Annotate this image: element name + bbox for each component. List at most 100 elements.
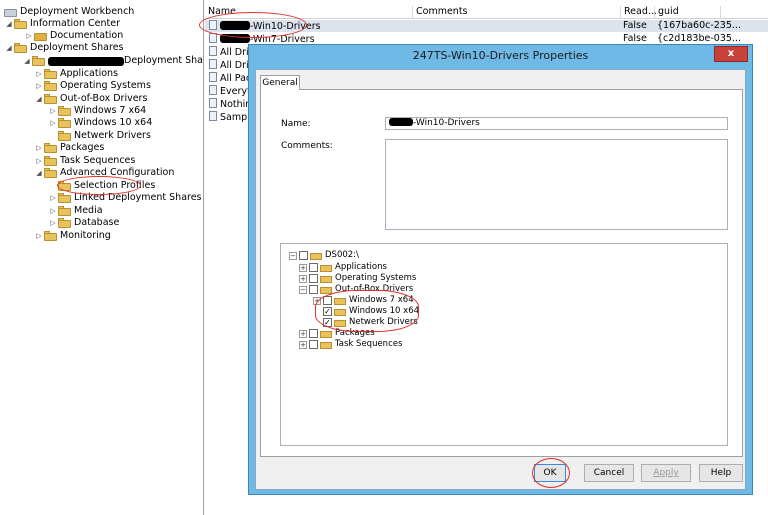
folder-icon (44, 143, 57, 153)
collapse-arrow-icon[interactable]: ◢ (34, 167, 44, 179)
tree-item-windows-10-x64[interactable]: ▷ Windows 10 x64 (48, 117, 152, 129)
collapse-arrow-icon[interactable]: ◢ (22, 55, 32, 67)
tree-node-applications[interactable]: + Applications (299, 262, 387, 273)
tree-item-selection-profiles[interactable]: Selection Profiles (58, 180, 155, 192)
expand-arrow-icon[interactable]: ▷ (24, 30, 34, 42)
tree-node-operating-systems[interactable]: + Operating Systems (299, 273, 416, 284)
name-field[interactable]: -Win10-Drivers (385, 117, 728, 130)
help-button[interactable]: Help (699, 464, 743, 482)
apply-button[interactable]: Apply (641, 464, 691, 482)
column-header-read-only[interactable]: Read... (621, 6, 657, 18)
tree-node-task-sequences[interactable]: + Task Sequences (299, 339, 402, 350)
checkbox-checked[interactable]: ✓ (323, 307, 332, 316)
expand-arrow-icon[interactable]: ▷ (48, 205, 58, 217)
folder-icon (310, 251, 322, 260)
tree-item-task-sequences[interactable]: ▷ Task Sequences (34, 155, 135, 167)
column-header-name[interactable]: Name (205, 6, 413, 18)
expand-arrow-icon[interactable]: ▷ (48, 192, 58, 204)
tree-item-monitoring[interactable]: ▷ Monitoring (34, 230, 111, 242)
tree-item-documentation[interactable]: ▷ Documentation (24, 30, 123, 42)
checkbox[interactable] (309, 329, 318, 338)
tree-item-database[interactable]: ▷ Database (48, 217, 119, 229)
redacted-text (220, 34, 250, 43)
folder-icon (58, 218, 71, 228)
expand-icon[interactable]: + (313, 296, 321, 305)
redacted-text (220, 21, 250, 30)
column-header-comments[interactable]: Comments (413, 6, 621, 18)
tree-node-out-of-box-drivers[interactable]: − Out-of-Box Drivers (299, 284, 413, 295)
folder-icon (320, 285, 332, 294)
expand-arrow-icon[interactable]: ▷ (34, 142, 44, 154)
tab-general[interactable]: General (260, 75, 300, 90)
tree-item-operating-systems[interactable]: ▷ Operating Systems (34, 80, 151, 92)
tree-item-linked-deployment-shares[interactable]: ▷ Linked Deployment Shares (48, 192, 202, 204)
comments-label: Comments: (281, 141, 333, 151)
collapse-arrow-icon[interactable]: ◢ (34, 93, 44, 105)
comments-field[interactable] (385, 139, 728, 230)
expand-icon[interactable]: + (299, 340, 307, 349)
checkbox[interactable] (323, 296, 332, 305)
tree-item-netwerk-drivers[interactable]: Netwerk Drivers (58, 130, 151, 142)
checkbox[interactable] (309, 340, 318, 349)
tree-item-media[interactable]: ▷ Media (48, 205, 103, 217)
expand-icon[interactable]: + (299, 274, 307, 283)
collapse-icon[interactable]: − (299, 285, 307, 294)
tree-item-out-of-box-drivers[interactable]: ◢ Out-of-Box Drivers (34, 93, 147, 105)
folder-icon (44, 81, 57, 91)
profile-icon (209, 85, 217, 95)
tree-node-windows-10-x64[interactable]: ✓ Windows 10 x64 (323, 306, 419, 317)
tree-item-packages[interactable]: ▷ Packages (34, 142, 104, 154)
tree-node-ds002[interactable]: − DS002:\ (289, 250, 359, 261)
share-icon (32, 56, 45, 66)
close-button[interactable]: x (714, 46, 748, 62)
tree-item-advanced-configuration[interactable]: ◢ Advanced Configuration (34, 167, 174, 179)
tree-item-deployment-share[interactable]: ◢ Deployment Share (D:\WDS (22, 55, 203, 67)
expand-arrow-icon[interactable]: ▷ (34, 68, 44, 80)
tree-item-deployment-shares[interactable]: ◢ Deployment Shares (4, 42, 124, 54)
folder-icon (320, 329, 332, 338)
ok-button[interactable]: OK (534, 464, 566, 482)
tree-item-deployment-workbench[interactable]: Deployment Workbench (4, 6, 134, 18)
folder-icon (334, 296, 346, 305)
tree-item-applications[interactable]: ▷ Applications (34, 68, 118, 80)
expand-arrow-icon[interactable]: ▷ (48, 217, 58, 229)
folder-icon (334, 307, 346, 316)
expand-arrow-icon[interactable]: ▷ (34, 80, 44, 92)
expand-icon[interactable]: + (299, 329, 307, 338)
tree-node-packages[interactable]: + Packages (299, 328, 375, 339)
tree-item-information-center[interactable]: ◢ Information Center (4, 18, 120, 30)
header-divider (205, 18, 768, 19)
list-row[interactable]: -Win10-Drivers False {167ba60c-235... (205, 20, 768, 32)
expand-arrow-icon[interactable]: ▷ (48, 117, 58, 129)
collapse-icon[interactable]: − (289, 251, 297, 260)
profile-icon (209, 46, 217, 56)
expand-icon[interactable]: + (299, 263, 307, 272)
tree-item-windows-7-x64[interactable]: ▷ Windows 7 x64 (48, 105, 146, 117)
cancel-button[interactable]: Cancel (584, 464, 634, 482)
checkbox-checked[interactable]: ✓ (323, 318, 332, 327)
dialog-title[interactable]: 247TS-Win10-Drivers Properties (249, 45, 752, 67)
collapse-arrow-icon[interactable]: ◢ (4, 42, 14, 54)
expand-arrow-icon[interactable]: ▷ (34, 230, 44, 242)
folder-icon (58, 193, 71, 203)
checkbox[interactable] (309, 263, 318, 272)
checkbox[interactable] (309, 285, 318, 294)
folder-icon (58, 181, 71, 191)
expand-arrow-icon[interactable]: ▷ (34, 155, 44, 167)
folder-icon (14, 43, 27, 53)
tree-node-netwerk-drivers[interactable]: ✓ Netwerk Drivers (323, 317, 418, 328)
profile-icon (209, 59, 217, 69)
checkbox[interactable] (309, 274, 318, 283)
column-header-guid[interactable]: guid (655, 6, 721, 18)
tree-node-windows-7-x64[interactable]: + Windows 7 x64 (313, 295, 414, 306)
profile-icon (209, 111, 217, 121)
checkbox[interactable] (299, 251, 308, 260)
collapse-arrow-icon[interactable]: ◢ (4, 18, 14, 30)
expand-arrow-icon[interactable]: ▷ (48, 105, 58, 117)
general-tab-page: Name: -Win10-Drivers Comments: − DS002:\… (260, 89, 743, 457)
folder-selection-tree: − DS002:\ + Applications + Operating Sys… (280, 243, 728, 446)
profile-icon (209, 72, 217, 82)
navigation-tree: Deployment Workbench ◢ Information Cente… (0, 0, 204, 515)
folder-icon (58, 206, 71, 216)
properties-dialog: 247TS-Win10-Drivers Properties x General… (248, 44, 753, 495)
